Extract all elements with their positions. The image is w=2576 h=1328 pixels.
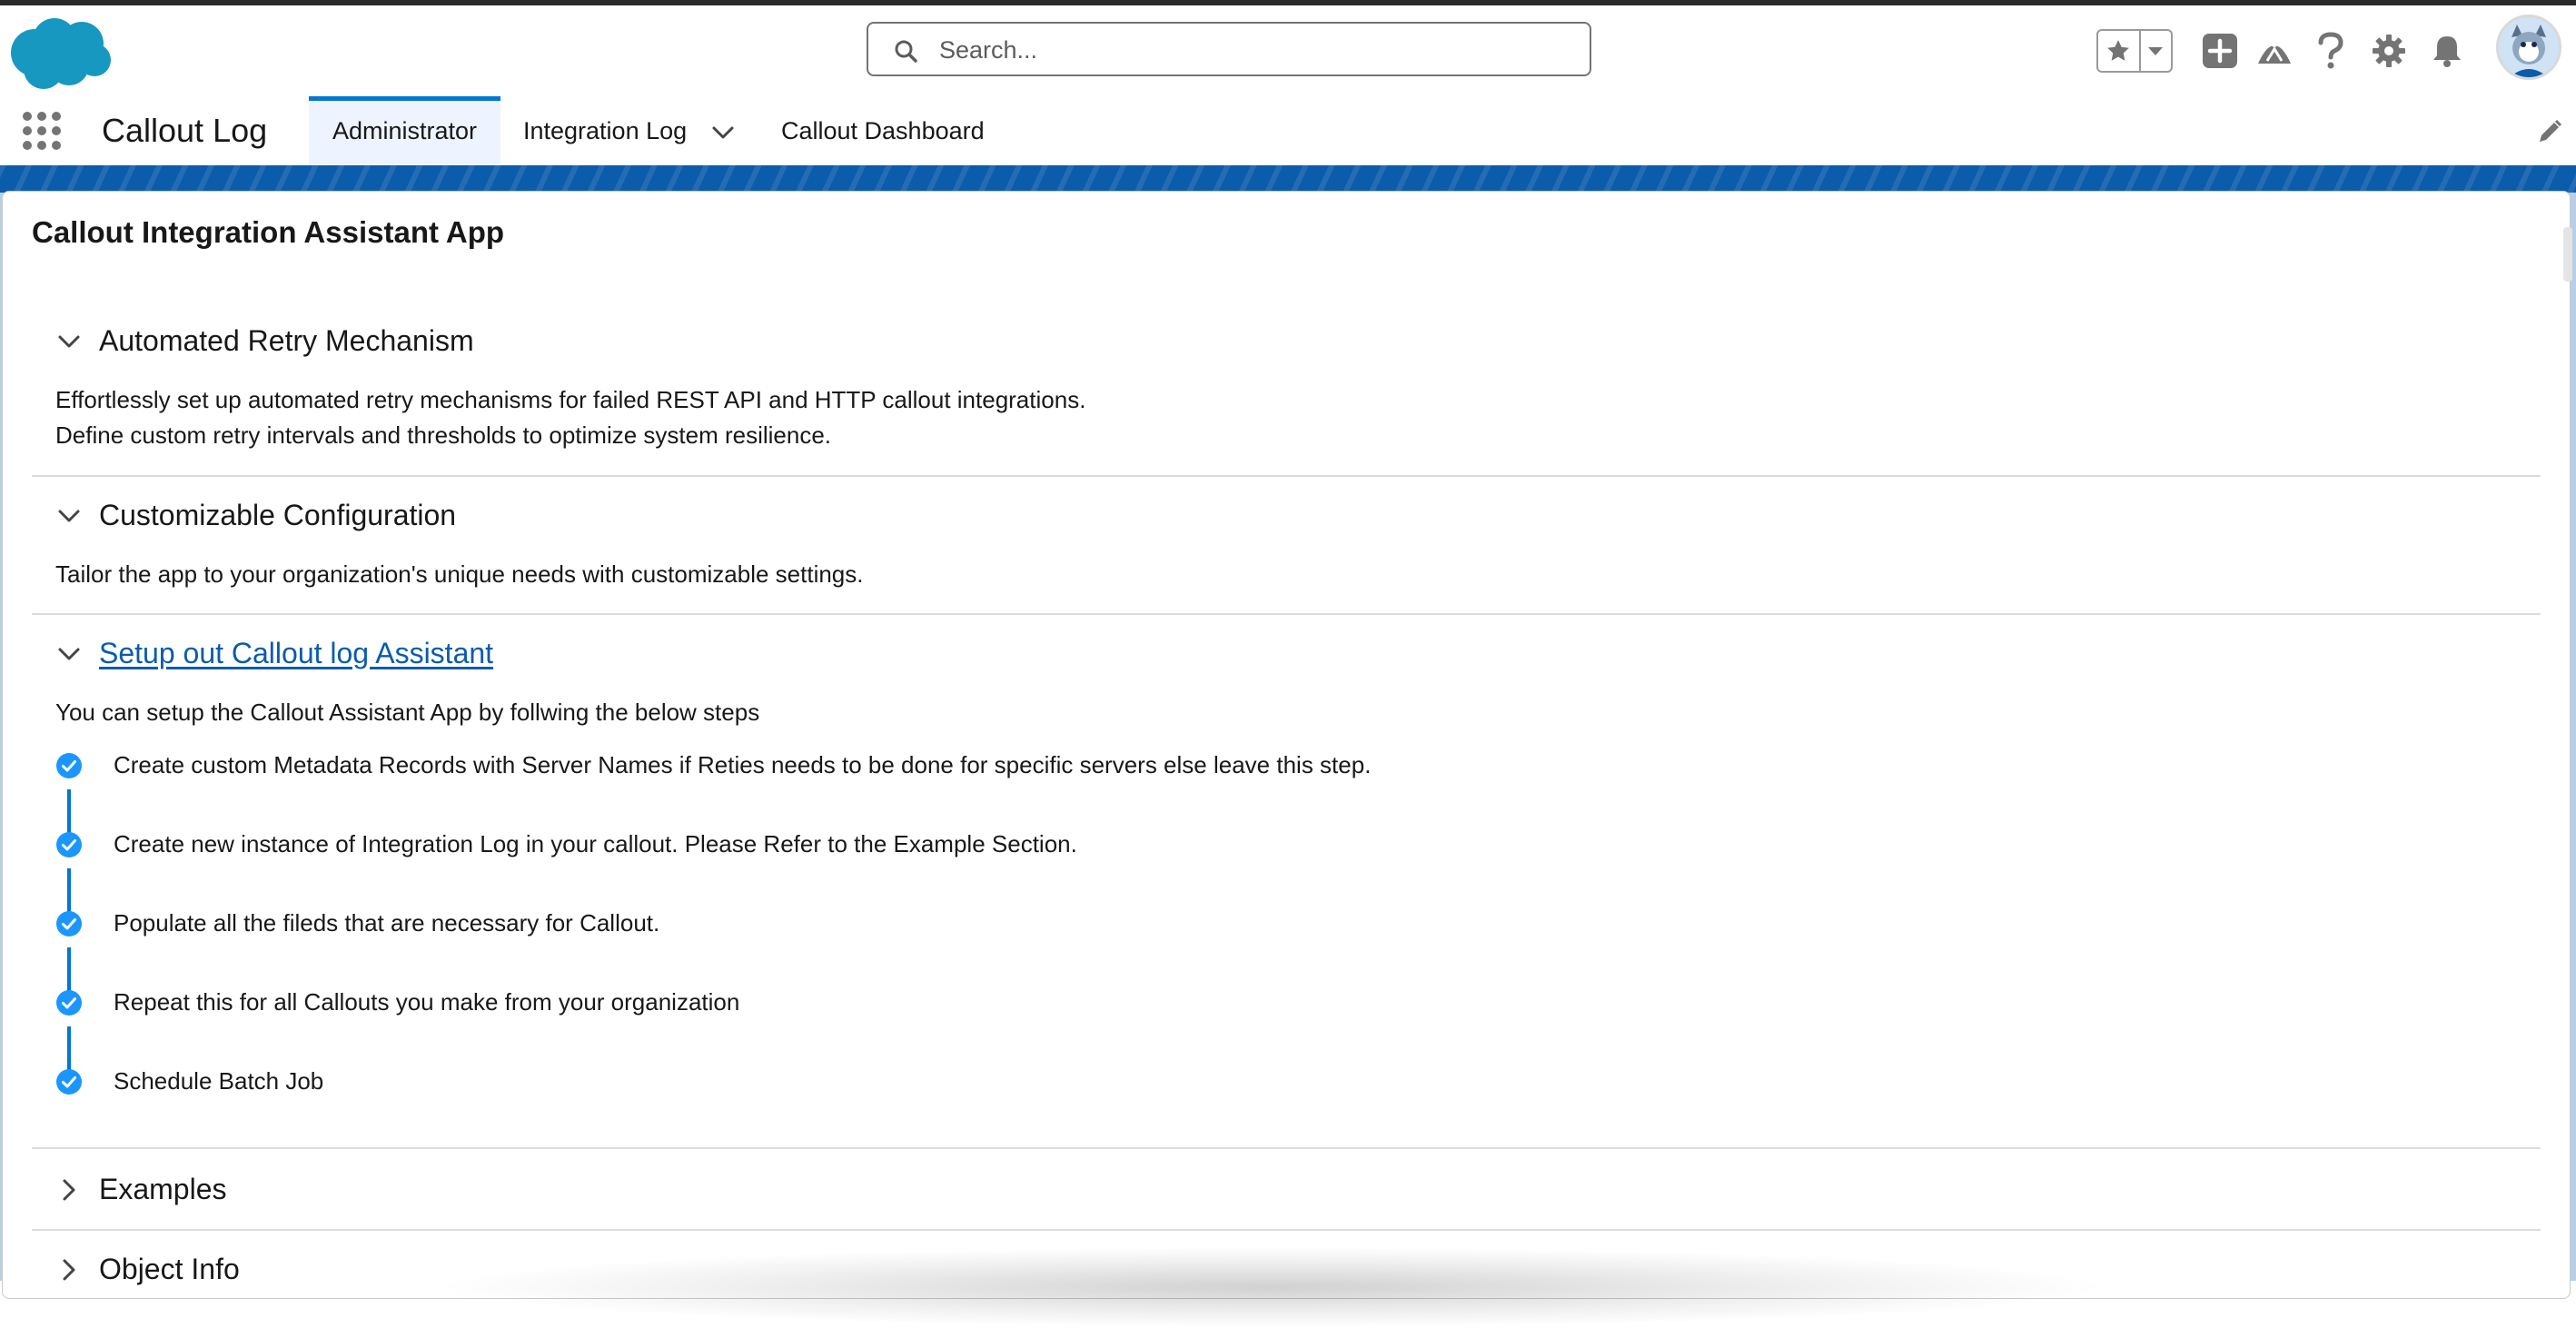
tab-integration-log[interactable]: Integration Log <box>523 96 687 165</box>
check-circle-icon <box>56 989 82 1016</box>
edit-nav-icon[interactable] <box>2536 118 2563 145</box>
setup-intro-text: You can setup the Callout Assistant App … <box>55 699 760 726</box>
section-divider <box>32 1229 2541 1231</box>
notifications-button[interactable] <box>2427 31 2467 71</box>
section-header-setup[interactable]: Setup out Callout log Assistant <box>55 637 493 670</box>
add-icon <box>2203 34 2237 68</box>
chevron-down-icon <box>55 640 83 668</box>
step-label: Repeat this for all Callouts you make fr… <box>114 988 740 1016</box>
setup-step: Create custom Metadata Records with Serv… <box>55 751 1371 779</box>
trailhead-icon <box>2258 42 2291 64</box>
section-text: Effortlessly set up automated retry mech… <box>55 386 1086 413</box>
section-title: Examples <box>99 1173 227 1205</box>
setup-step: Populate all the fileds that are necessa… <box>55 909 659 937</box>
section-title: Automated Retry Mechanism <box>99 324 474 357</box>
section-title: Customizable Configuration <box>99 499 457 531</box>
search-input[interactable] <box>937 31 1559 69</box>
step-label: Create new instance of Integration Log i… <box>114 830 1077 857</box>
chevron-down-icon <box>55 502 83 530</box>
tab-administrator[interactable]: Administrator <box>309 96 501 165</box>
global-search[interactable] <box>867 22 1591 76</box>
section-header-automated-retry[interactable]: Automated Retry Mechanism <box>55 324 474 358</box>
help-icon <box>2318 32 2343 69</box>
setup-gear-icon <box>2373 35 2405 67</box>
check-circle-icon <box>56 831 82 857</box>
scrollbar[interactable] <box>2563 227 2572 282</box>
chevron-down-icon[interactable] <box>710 120 736 145</box>
section-divider <box>32 613 2541 615</box>
setup-step: Repeat this for all Callouts you make fr… <box>55 988 739 1016</box>
section-title: Object Info <box>99 1253 240 1285</box>
content-card: Callout Integration Assistant App Automa… <box>2 191 2571 1299</box>
search-icon <box>895 40 917 63</box>
section-header-customizable-configuration[interactable]: Customizable Configuration <box>55 499 456 532</box>
section-divider <box>32 1147 2541 1149</box>
setup-step: Create new instance of Integration Log i… <box>55 830 1077 858</box>
favorites-group <box>2096 29 2173 73</box>
app-launcher-icon[interactable] <box>20 109 64 153</box>
setup-section-link[interactable]: Setup out Callout log Assistant <box>99 637 493 670</box>
favorites-button[interactable] <box>2098 31 2141 71</box>
avatar[interactable] <box>2496 15 2561 80</box>
app-name: Callout Log <box>102 112 268 149</box>
page-title: Callout Integration Assistant App <box>32 215 505 249</box>
favorites-star-icon <box>2107 40 2130 61</box>
salesforce-logo[interactable] <box>5 13 114 94</box>
brand-band <box>0 165 2576 193</box>
check-circle-icon <box>56 752 82 778</box>
section-header-examples[interactable]: Examples <box>55 1173 227 1206</box>
global-header <box>0 5 2576 96</box>
check-circle-icon <box>56 1068 82 1095</box>
app-nav-bar: Callout Log Administrator Integration Lo… <box>0 96 2576 165</box>
trailhead-button[interactable] <box>2254 31 2294 71</box>
favorites-dropdown-button[interactable] <box>2141 31 2171 71</box>
section-header-object-info[interactable]: Object Info <box>55 1253 240 1286</box>
step-label: Schedule Batch Job <box>114 1067 324 1095</box>
tab-callout-dashboard[interactable]: Callout Dashboard <box>781 96 985 165</box>
help-button[interactable] <box>2311 31 2351 71</box>
section-text: Define custom retry intervals and thresh… <box>55 421 832 449</box>
section-divider <box>32 475 2541 477</box>
check-circle-icon <box>56 910 82 937</box>
chevron-right-icon <box>55 1256 83 1283</box>
step-label: Create custom Metadata Records with Serv… <box>114 751 1372 778</box>
step-label: Populate all the fileds that are necessa… <box>114 909 660 937</box>
chevron-down-icon <box>55 328 83 355</box>
global-actions-button[interactable] <box>2200 31 2240 71</box>
favorites-dropdown-icon <box>2148 47 2164 55</box>
setup-button[interactable] <box>2369 31 2409 71</box>
notifications-bell-icon <box>2433 36 2461 67</box>
astro-avatar-icon <box>2499 17 2559 77</box>
section-text: Tailor the app to your organization's un… <box>55 560 864 588</box>
setup-step: Schedule Batch Job <box>55 1067 323 1095</box>
chevron-right-icon <box>55 1176 83 1204</box>
